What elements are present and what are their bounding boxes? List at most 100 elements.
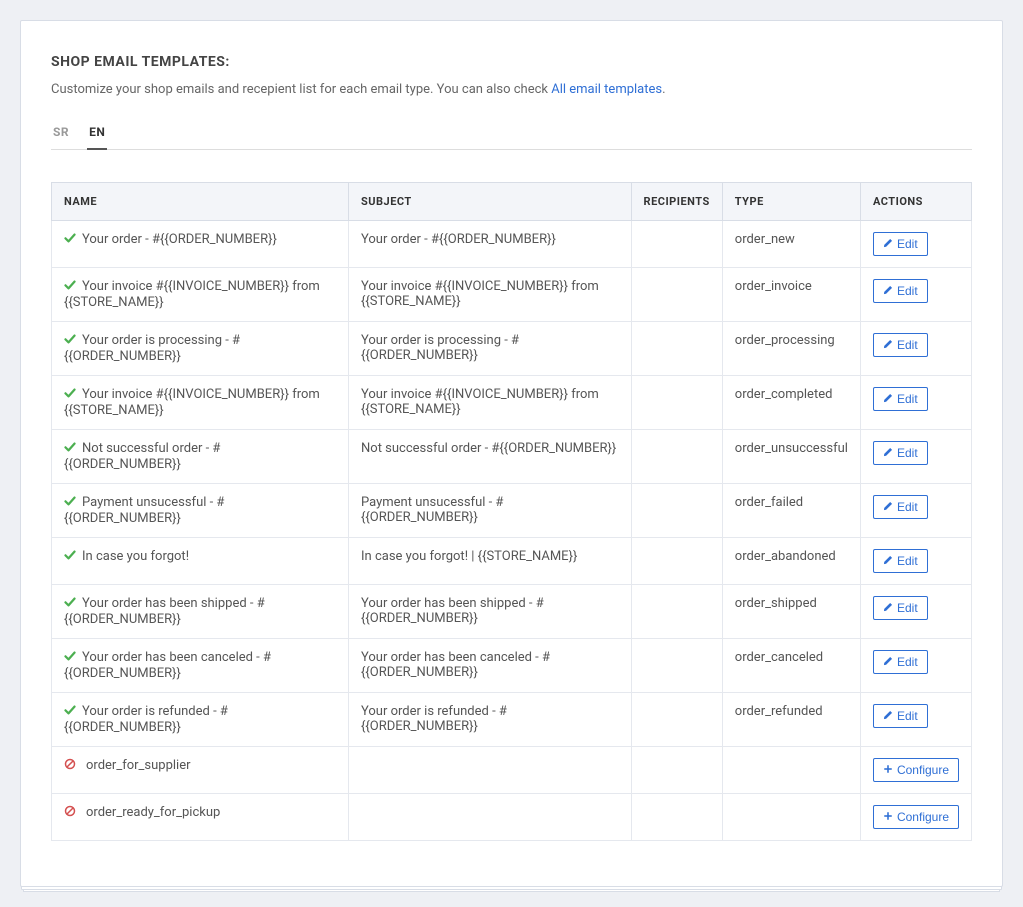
subtitle-suffix: . [662,82,665,97]
cell-actions: Configure [860,794,971,841]
cell-name: Your invoice #{{INVOICE_NUMBER}} from {{… [52,268,349,322]
all-templates-link[interactable]: All email templates [551,82,662,97]
cell-recipients [631,538,722,585]
pencil-icon [883,237,893,251]
edit-button[interactable]: Edit [873,441,928,465]
button-label: Edit [897,338,918,352]
cell-subject: Payment unsucessful - #{{ORDER_NUMBER}} [349,484,632,538]
cell-name: Payment unsucessful - #{{ORDER_NUMBER}} [52,484,349,538]
cell-name: Your order has been shipped - #{{ORDER_N… [52,585,349,639]
template-name: Your order is refunded - #{{ORDER_NUMBER… [64,704,228,735]
cell-subject: Your invoice #{{INVOICE_NUMBER}} from {{… [349,376,632,430]
check-icon [64,495,76,511]
template-name: order_ready_for_pickup [86,805,220,820]
edit-button[interactable]: Edit [873,387,928,411]
pencil-icon [883,500,893,514]
tab-sr[interactable]: SR [51,119,71,149]
edit-button[interactable]: Edit [873,232,928,256]
edit-button[interactable]: Edit [873,596,928,620]
pencil-icon [883,709,893,723]
table-row: In case you forgot!In case you forgot! |… [52,538,972,585]
cell-recipients [631,221,722,268]
cell-name: Not successful order - #{{ORDER_NUMBER}} [52,430,349,484]
cell-recipients [631,747,722,794]
email-templates-panel: SHOP EMAIL TEMPLATES: Customize your sho… [20,20,1003,887]
cell-recipients [631,484,722,538]
template-name: Your invoice #{{INVOICE_NUMBER}} from {{… [64,279,320,310]
cell-name: order_ready_for_pickup [52,794,349,841]
button-label: Edit [897,284,918,298]
cell-subject [349,794,632,841]
edit-button[interactable]: Edit [873,495,928,519]
table-row: Your order is refunded - #{{ORDER_NUMBER… [52,693,972,747]
button-label: Edit [897,601,918,615]
edit-button[interactable]: Edit [873,704,928,728]
cell-name: order_for_supplier [52,747,349,794]
cell-actions: Edit [860,585,971,639]
cell-type: order_shipped [722,585,860,639]
language-tabs: SR EN [51,119,972,150]
check-icon [64,232,76,248]
col-recipients: RECIPIENTS [631,183,722,221]
cell-name: Your order - #{{ORDER_NUMBER}} [52,221,349,268]
email-templates-table: NAME SUBJECT RECIPIENTS TYPE ACTIONS You… [51,182,972,841]
template-name: Your order is processing - #{{ORDER_NUMB… [64,333,240,364]
edit-button[interactable]: Edit [873,549,928,573]
cell-name: Your order has been canceled - #{{ORDER_… [52,639,349,693]
subtitle-text: Customize your shop emails and recepient… [51,82,551,97]
check-icon [64,333,76,349]
table-row: Your order has been canceled - #{{ORDER_… [52,639,972,693]
cell-actions: Edit [860,322,971,376]
cell-type: order_unsuccessful [722,430,860,484]
button-label: Edit [897,392,918,406]
table-row: Your order is processing - #{{ORDER_NUMB… [52,322,972,376]
cell-recipients [631,430,722,484]
check-icon [64,596,76,612]
cell-recipients [631,794,722,841]
table-row: Your invoice #{{INVOICE_NUMBER}} from {{… [52,376,972,430]
cell-actions: Configure [860,747,971,794]
edit-button[interactable]: Edit [873,650,928,674]
button-label: Edit [897,655,918,669]
cell-subject: Your invoice #{{INVOICE_NUMBER}} from {{… [349,268,632,322]
template-name: In case you forgot! [82,549,189,564]
button-label: Configure [897,763,949,777]
button-label: Edit [897,554,918,568]
check-icon [64,279,76,295]
check-icon [64,549,76,565]
table-row: Not successful order - #{{ORDER_NUMBER}}… [52,430,972,484]
configure-button[interactable]: Configure [873,805,959,829]
edit-button[interactable]: Edit [873,333,928,357]
cell-subject: Your order - #{{ORDER_NUMBER}} [349,221,632,268]
cell-recipients [631,376,722,430]
cell-actions: Edit [860,484,971,538]
configure-button[interactable]: Configure [873,758,959,782]
cell-type: order_invoice [722,268,860,322]
template-name: Your invoice #{{INVOICE_NUMBER}} from {{… [64,387,320,418]
cell-subject [349,747,632,794]
table-row: Your order has been shipped - #{{ORDER_N… [52,585,972,639]
button-label: Edit [897,500,918,514]
cell-type: order_refunded [722,693,860,747]
cell-type: order_completed [722,376,860,430]
check-icon [64,650,76,666]
template-name: order_for_supplier [86,758,191,773]
block-icon [64,758,76,774]
table-row: Your order - #{{ORDER_NUMBER}} Your order… [52,221,972,268]
template-name: Your order - #{{ORDER_NUMBER}} [82,232,277,247]
cell-type [722,794,860,841]
cell-actions: Edit [860,639,971,693]
col-subject: SUBJECT [349,183,632,221]
block-icon [64,805,76,821]
cell-recipients [631,639,722,693]
table-row: Payment unsucessful - #{{ORDER_NUMBER}}P… [52,484,972,538]
cell-subject: Your order is refunded - #{{ORDER_NUMBER… [349,693,632,747]
cell-recipients [631,322,722,376]
plus-icon [883,810,893,824]
template-name: Your order has been shipped - #{{ORDER_N… [64,596,265,627]
tab-en[interactable]: EN [87,119,107,149]
table-row: order_for_supplier Configure [52,747,972,794]
table-row: Your invoice #{{INVOICE_NUMBER}} from {{… [52,268,972,322]
edit-button[interactable]: Edit [873,279,928,303]
table-row: order_ready_for_pickup Configure [52,794,972,841]
